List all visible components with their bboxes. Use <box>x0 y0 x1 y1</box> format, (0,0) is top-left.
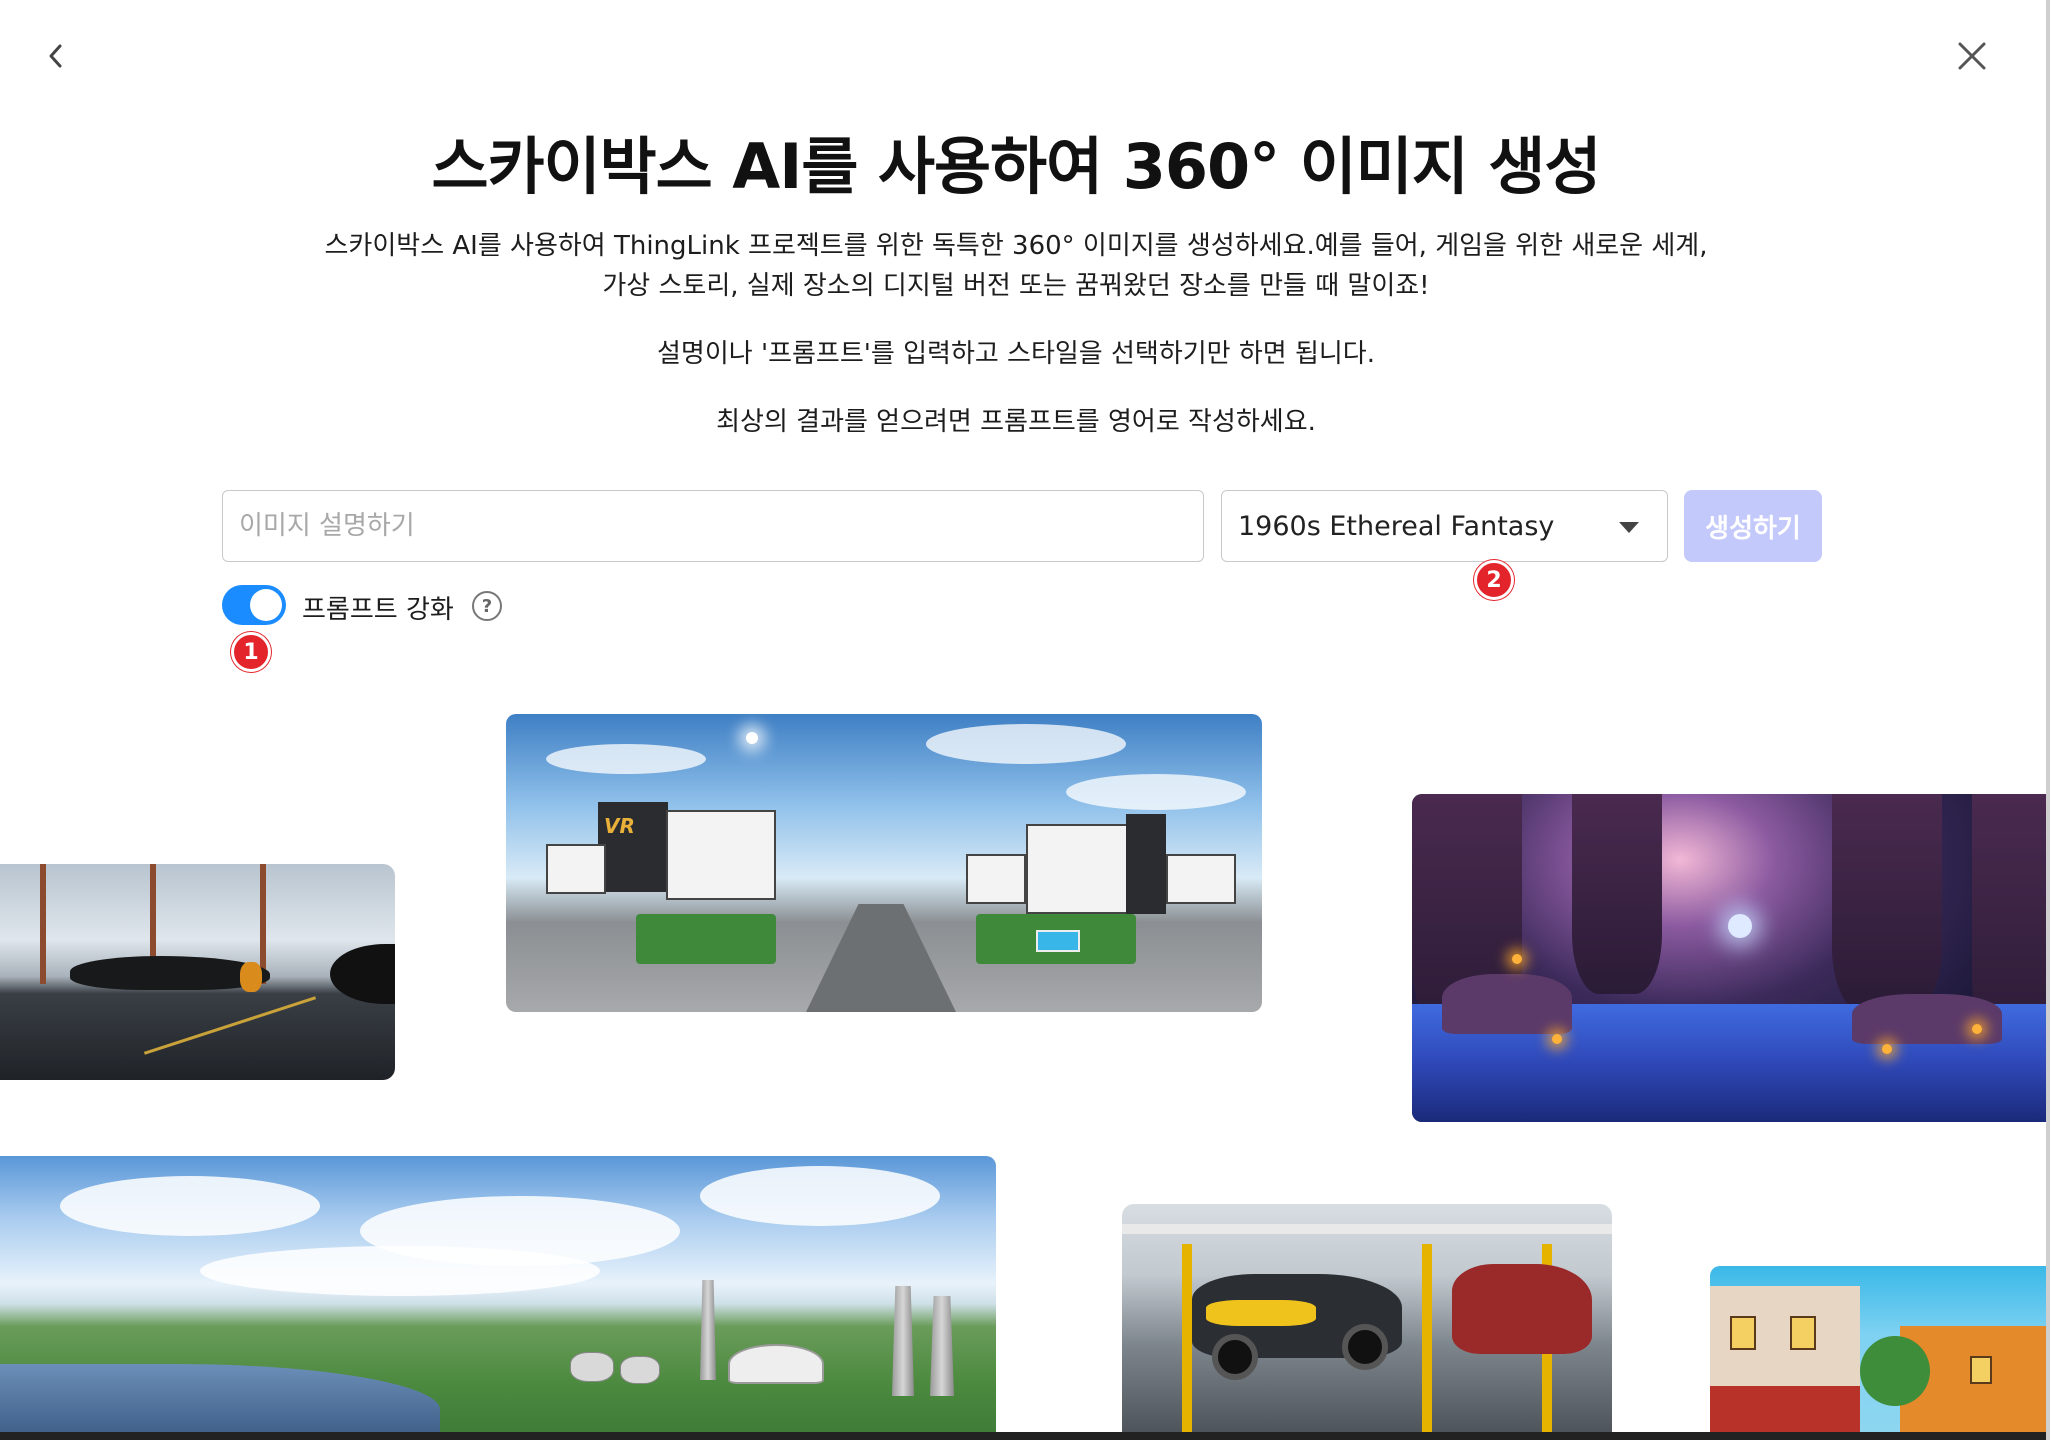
cloud <box>200 1246 600 1296</box>
hangar-beam <box>260 864 266 984</box>
back-button[interactable] <box>28 28 84 84</box>
ceiling-beam <box>1122 1224 1612 1234</box>
example-image-street[interactable] <box>1710 1266 2050 1440</box>
window-bottom-edge <box>0 1432 2050 1440</box>
annotation-badge-2: 2 <box>1474 560 1514 600</box>
cloud <box>546 744 706 774</box>
dome-building <box>728 1344 824 1384</box>
lantern-glow <box>1552 1034 1562 1044</box>
jet-stripe <box>240 962 262 992</box>
cloud <box>1066 774 1246 810</box>
car-hood <box>1206 1300 1316 1326</box>
pool <box>1036 930 1080 952</box>
language-tip-paragraph: 최상의 결과를 얻으려면 프롬프트를 영어로 작성하세요. <box>716 407 1316 437</box>
rock-ledge <box>1852 994 2002 1044</box>
example-image-buildings[interactable]: VR <box>506 714 1262 1012</box>
road <box>806 904 956 1012</box>
toggle-knob <box>250 589 282 621</box>
car-shape <box>1452 1264 1592 1354</box>
style-dropdown[interactable]: 1960s Ethereal Fantasy <box>1221 490 1668 562</box>
lift-post <box>1182 1244 1192 1440</box>
lift-post <box>1422 1244 1432 1440</box>
sun <box>746 732 758 744</box>
close-button[interactable] <box>1944 28 2000 84</box>
lawn <box>636 914 776 964</box>
window <box>1970 1356 1992 1384</box>
instruction-paragraph: 설명이나 '프롬프트'를 입력하고 스타일을 선택하기만 하면 됩니다. <box>657 339 1375 369</box>
cooling-tower <box>700 1280 716 1380</box>
hangar-beam <box>40 864 46 984</box>
caret-down-icon <box>1619 522 1639 533</box>
car-wheel <box>1342 1324 1388 1370</box>
floor-line <box>143 996 317 1055</box>
cloud <box>926 724 1126 764</box>
lantern-glow <box>1512 954 1522 964</box>
enhance-prompt-toggle[interactable] <box>222 585 286 625</box>
cave-pillar <box>1832 794 1942 1014</box>
window <box>1730 1316 1756 1350</box>
building <box>966 854 1026 904</box>
car-wheel <box>1212 1334 1258 1380</box>
lantern-glow <box>1882 1044 1892 1054</box>
storage-tank <box>620 1356 660 1384</box>
cooling-tower <box>892 1286 914 1396</box>
generate-button[interactable]: 생성하기 <box>1684 490 1822 562</box>
vr-logo: VR <box>604 814 635 838</box>
prompt-input[interactable] <box>222 490 1204 562</box>
window <box>1790 1316 1816 1350</box>
scrollbar-track[interactable] <box>2046 0 2050 1440</box>
building-dark <box>1126 814 1166 914</box>
building <box>1166 854 1236 904</box>
annotation-badge-1: 1 <box>231 632 271 672</box>
lantern-glow <box>1972 1024 1982 1034</box>
example-image-landscape[interactable] <box>0 1156 996 1440</box>
cave-pillar <box>1572 794 1662 994</box>
cloud <box>60 1176 320 1236</box>
building <box>546 844 606 894</box>
example-image-garage[interactable] <box>1122 1204 1612 1440</box>
building <box>666 810 776 900</box>
chevron-left-icon <box>49 44 62 68</box>
close-icon <box>1958 42 1986 70</box>
jet-nose-shape <box>330 944 395 1004</box>
page-title: 스카이박스 AI를 사용하여 360° 이미지 생성 <box>431 130 1602 203</box>
cloud <box>700 1166 940 1226</box>
example-image-fantasy-cave[interactable] <box>1412 794 2050 1122</box>
cooling-tower <box>930 1296 954 1396</box>
tree <box>1860 1336 1930 1406</box>
style-dropdown-value: 1960s Ethereal Fantasy <box>1238 510 1555 542</box>
storage-tank <box>570 1352 614 1382</box>
example-image-hangar[interactable] <box>0 864 395 1080</box>
building <box>1026 824 1136 914</box>
moon <box>1728 914 1752 938</box>
lake <box>0 1364 440 1440</box>
enhance-prompt-label: 프롬프트 강화 <box>302 595 454 625</box>
intro-paragraph: 스카이박스 AI를 사용하여 ThingLink 프로젝트를 위한 독특한 36… <box>324 231 1708 301</box>
help-icon[interactable]: ? <box>472 591 502 621</box>
rock-ledge <box>1442 974 1572 1034</box>
